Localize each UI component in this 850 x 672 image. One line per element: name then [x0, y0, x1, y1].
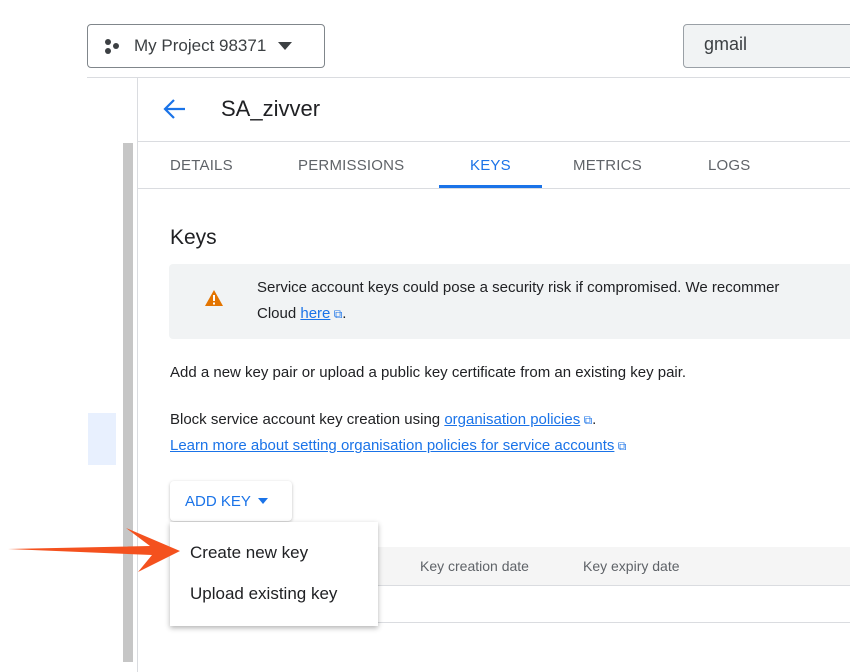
project-icon	[105, 39, 119, 54]
back-arrow-icon[interactable]	[163, 98, 187, 120]
tab-permissions[interactable]: PERMISSIONS	[298, 157, 404, 174]
add-key-button[interactable]: ADD KEY	[170, 481, 292, 521]
divider	[137, 141, 850, 142]
warning-banner: Service account keys could pose a securi…	[169, 264, 850, 339]
divider	[87, 77, 850, 78]
learn-more-link[interactable]: Learn more about setting organisation po…	[170, 437, 614, 454]
tab-metrics[interactable]: METRICS	[573, 157, 642, 174]
external-link-icon: ⧉	[580, 413, 593, 427]
tab-details[interactable]: DETAILS	[170, 157, 233, 174]
divider	[137, 188, 850, 189]
caret-down-icon	[257, 498, 268, 504]
warning-text-line2: Cloud here ⧉.	[257, 305, 347, 322]
tab-logs[interactable]: LOGS	[708, 157, 750, 174]
column-key-creation-date: Key creation date	[420, 558, 529, 574]
project-selector[interactable]: My Project 98371	[87, 24, 325, 68]
divider	[137, 77, 138, 672]
project-name: My Project 98371	[134, 36, 267, 55]
divider	[300, 622, 850, 623]
menu-item-create-new-key[interactable]: Create new key	[190, 543, 308, 563]
keys-heading: Keys	[170, 226, 217, 249]
block-creation-text: Block service account key creation using…	[170, 411, 597, 428]
keys-table-header	[300, 547, 850, 586]
scrollbar[interactable]	[123, 143, 133, 662]
organisation-policies-link[interactable]: organisation policies	[444, 411, 580, 428]
sidebar-selected-item[interactable]	[88, 413, 116, 465]
tab-keys[interactable]: KEYS	[470, 157, 511, 174]
here-link[interactable]: here	[300, 305, 330, 322]
column-key-expiry-date: Key expiry date	[583, 558, 680, 574]
warning-icon	[205, 290, 223, 306]
red-arrow-annotation	[8, 528, 180, 572]
warning-text: Service account keys could pose a securi…	[257, 279, 780, 296]
external-link-icon: ⧉	[614, 439, 627, 453]
search-input[interactable]: gmail	[683, 24, 850, 68]
page-title: SA_zivver	[221, 96, 321, 121]
external-link-icon: ⧉	[330, 307, 343, 321]
chevron-down-icon	[278, 42, 293, 50]
learn-more-row: Learn more about setting organisation po…	[170, 437, 626, 454]
add-key-description: Add a new key pair or upload a public ke…	[170, 364, 687, 381]
add-key-menu	[170, 522, 378, 626]
menu-item-upload-existing-key[interactable]: Upload existing key	[190, 584, 337, 604]
